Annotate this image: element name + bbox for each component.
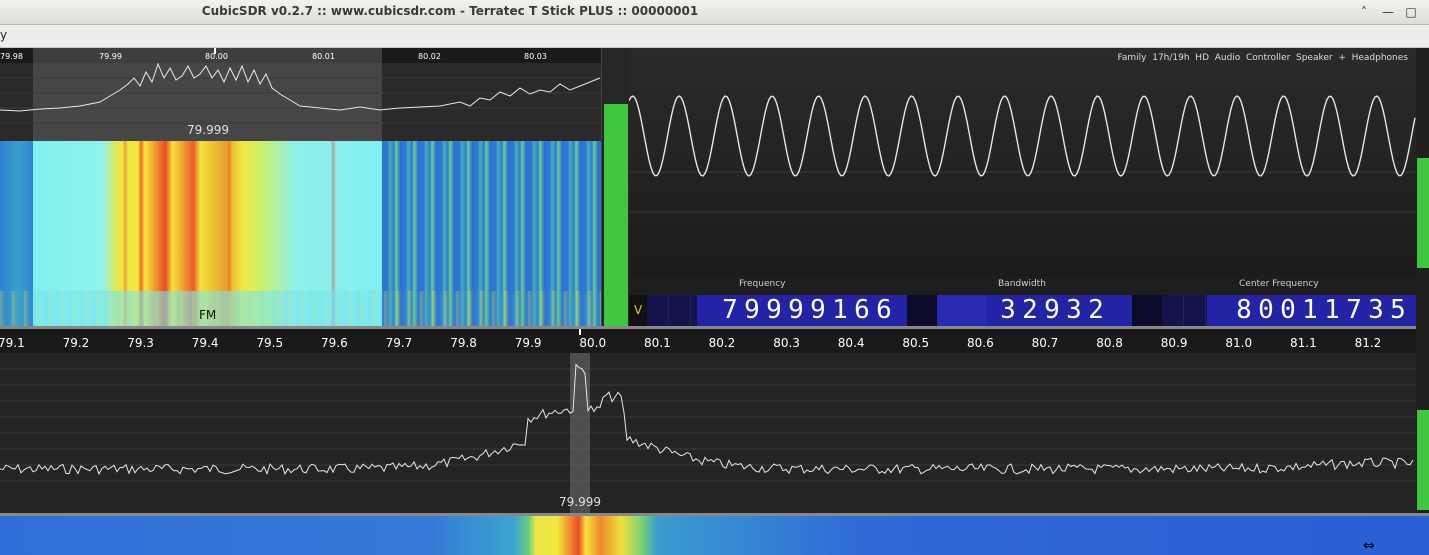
- frequency-readout[interactable]: 79999166: [719, 295, 895, 325]
- main-spectrum[interactable]: 79.1 79.2 79.3 79.4 79.5 79.6 79.7 79.8 79.9 80.0…: [0, 326, 1416, 516]
- demod-tick-5: 80.03: [524, 52, 547, 61]
- readout-digit[interactable]: 3: [1365, 295, 1387, 325]
- main-tick-label: 79.2: [63, 336, 90, 350]
- main-tick-label: 79.7: [386, 336, 413, 350]
- center-frequency-readout[interactable]: 80011735: [1233, 295, 1409, 325]
- readout-bar: V 79999166 32932 80011735: [629, 295, 1416, 326]
- readout-digit[interactable]: 9: [741, 295, 763, 325]
- demod-tick-2: 80.00: [205, 52, 228, 61]
- readout-digit[interactable]: 3: [1063, 295, 1085, 325]
- squelch-toggle[interactable]: V: [629, 295, 648, 326]
- main-tick-label: 80.9: [1161, 336, 1188, 350]
- window-title: CubicSDR v0.2.7 :: www.cubicsdr.com - Te…: [201, 4, 699, 18]
- readout-digit[interactable]: 6: [851, 295, 873, 325]
- main-tick-label: 79.4: [192, 336, 219, 350]
- main-tick-label: 80.4: [838, 336, 865, 350]
- main-tick-label: 81.1: [1290, 336, 1317, 350]
- readout-digit[interactable]: 7: [1343, 295, 1365, 325]
- demod-tick-1: 79.99: [99, 52, 122, 61]
- main-tick-label: 79.3: [127, 336, 154, 350]
- main-tick-label: 80.7: [1032, 336, 1059, 350]
- menu-item-partial[interactable]: y: [0, 28, 7, 42]
- demod-spectrum-panel[interactable]: 79.98 79.99 80.00 80.01 80.02 80.03 79.9…: [0, 48, 601, 141]
- minimize-icon[interactable]: ˄: [1356, 4, 1372, 20]
- main-tick-label: 79.1: [0, 336, 25, 350]
- frequency-label: Frequency: [739, 279, 786, 289]
- demod-tick-0: 79.98: [0, 52, 23, 61]
- readout-digit[interactable]: 9: [763, 295, 785, 325]
- main-tick-label: 81.0: [1225, 336, 1252, 350]
- demod-mode-label: FM: [199, 308, 217, 322]
- readout-digit[interactable]: 0: [1277, 295, 1299, 325]
- readout-digit[interactable]: 3: [997, 295, 1019, 325]
- main-tick-label: 79.8: [450, 336, 477, 350]
- demod-tick-4: 80.02: [418, 52, 441, 61]
- main-tick-label: 79.9: [515, 336, 542, 350]
- readout-digit[interactable]: 9: [785, 295, 807, 325]
- demod-level-meter[interactable]: [601, 48, 629, 326]
- main-selection-band: [570, 353, 590, 513]
- bandwidth-label: Bandwidth: [998, 279, 1046, 289]
- main-spectrum-canvas: 79.1 79.2 79.3 79.4 79.5 79.6 79.7 79.8 79.9 80.0…: [0, 329, 1416, 513]
- window-title-bar[interactable]: CubicSDR v0.2.7 :: www.cubicsdr.com - Te…: [0, 0, 1429, 25]
- main-tick-label: 81.2: [1355, 336, 1382, 350]
- readout-digit[interactable]: 6: [873, 295, 895, 325]
- demod-spectrum-canvas: 79.98 79.99 80.00 80.01 80.02 80.03 79.9…: [0, 48, 601, 141]
- readout-digit[interactable]: 2: [1085, 295, 1107, 325]
- main-tick-label: 80.2: [709, 336, 736, 350]
- readout-digit[interactable]: 1: [1299, 295, 1321, 325]
- readout-digit[interactable]: 8: [1233, 295, 1255, 325]
- restore-icon[interactable]: —: [1380, 4, 1396, 20]
- main-side-meter: [1416, 326, 1429, 513]
- demod-waterfall[interactable]: FM: [0, 141, 601, 326]
- readout-digit[interactable]: 9: [1041, 295, 1063, 325]
- main-tick-label: 80.5: [902, 336, 929, 350]
- main-tick-label: 80.6: [967, 336, 994, 350]
- main-tick-label: 80.1: [644, 336, 671, 350]
- audio-scope[interactable]: Family 17h/19h HD Audio Controller Speak…: [629, 48, 1416, 294]
- readout-digit[interactable]: 0: [1255, 295, 1277, 325]
- readout-digit[interactable]: 9: [807, 295, 829, 325]
- readout-labels: Frequency Bandwidth Center Frequency: [629, 276, 1416, 295]
- main-tick-label: 80.3: [773, 336, 800, 350]
- level-bar: [604, 104, 628, 326]
- main-selected-freq: 79.999: [559, 495, 601, 509]
- readout-digit[interactable]: 7: [719, 295, 741, 325]
- readout-digit[interactable]: 5: [1387, 295, 1409, 325]
- demod-tick-3: 80.01: [312, 52, 335, 61]
- scope-canvas: [629, 95, 1416, 213]
- main-spectrum-trace: [0, 363, 1414, 476]
- readout-digit[interactable]: 2: [1019, 295, 1041, 325]
- center-frequency-label: Center Frequency: [1239, 279, 1319, 289]
- main-waterfall[interactable]: ⇔: [0, 513, 1429, 555]
- main-tick-label: 80.0: [579, 336, 606, 350]
- scope-waveform: [629, 95, 1416, 177]
- main-tick-label: 80.8: [1096, 336, 1123, 350]
- demod-selected-freq: 79.999: [187, 123, 229, 137]
- close-icon[interactable]: □: [1403, 4, 1419, 20]
- readout-digit[interactable]: 1: [829, 295, 851, 325]
- main-tick-label: 79.6: [321, 336, 348, 350]
- main-tick-label: 79.5: [256, 336, 283, 350]
- scope-side-meter: [1416, 48, 1429, 326]
- menu-bar: y: [0, 25, 1429, 48]
- bandwidth-readout[interactable]: 32932: [997, 295, 1107, 325]
- readout-digit[interactable]: 1: [1321, 295, 1343, 325]
